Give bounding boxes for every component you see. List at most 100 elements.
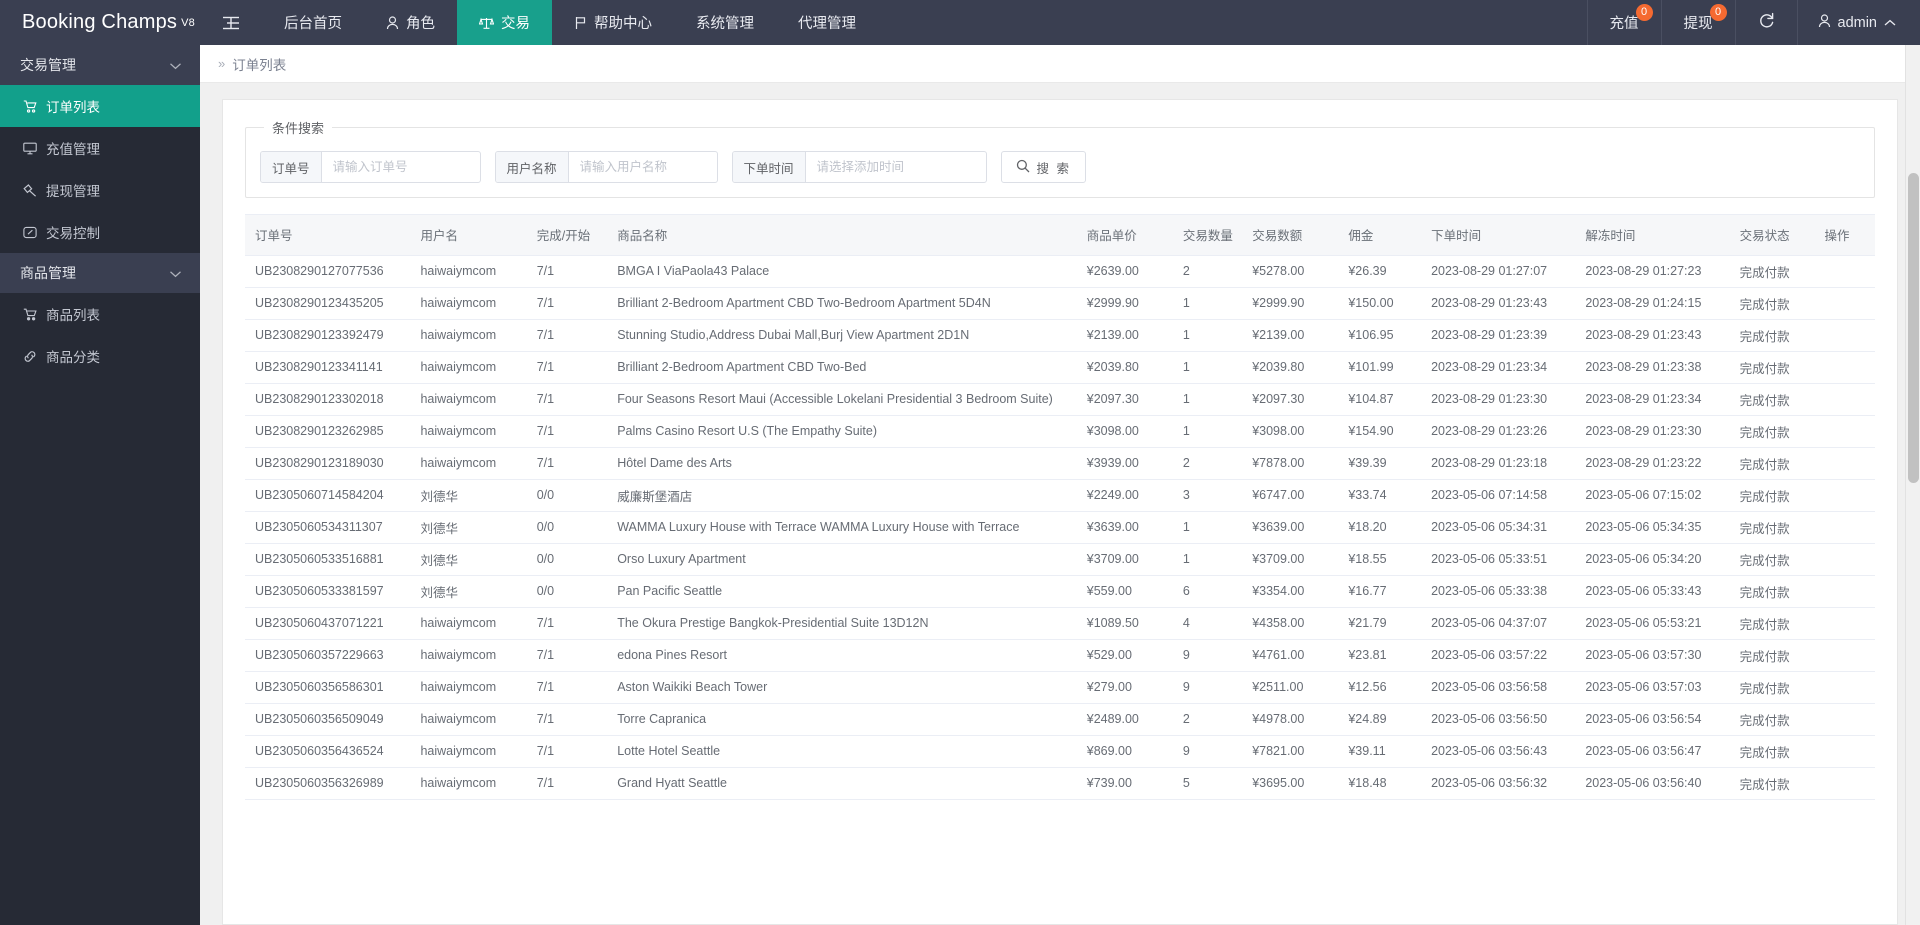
topnav-item-agent-management[interactable]: 代理管理 (776, 0, 878, 45)
cell-progress: 7/1 (526, 639, 608, 672)
table-row[interactable]: UB2305060357229663 haiwaiymcom 7/1 edona Pi… (245, 639, 1875, 672)
sidebar-group-label: 交易管理 (20, 57, 76, 73)
cell-status: 完成付款 (1729, 319, 1815, 352)
order-no-field[interactable]: 订单号 (260, 151, 481, 183)
cell-order-no: UB2308290123302018 (245, 383, 411, 416)
cell-unit-price: ¥2139.00 (1076, 319, 1173, 352)
search-button[interactable]: 搜 索 (1000, 151, 1087, 183)
sidebar-item-trade-control[interactable]: 交易控制 (0, 211, 200, 253)
sidebar-group-product-management[interactable]: 商品管理 (0, 253, 200, 293)
table-row[interactable]: UB2308290127077536 haiwaiymcom 7/1 BMGA I V… (245, 255, 1875, 288)
refresh-button[interactable] (1734, 0, 1797, 45)
topnav-label: 代理管理 (798, 16, 856, 32)
sidebar-item-recharge-management[interactable]: 充值管理 (0, 127, 200, 169)
table-row[interactable]: UB2308290123189030 haiwaiymcom 7/1 Hôtel Da… (245, 447, 1875, 480)
cell-commission: ¥18.48 (1338, 767, 1422, 800)
withdraw-button[interactable]: 提现 0 (1660, 0, 1735, 45)
cell-action (1814, 767, 1875, 800)
cell-user: haiwaiymcom (410, 767, 527, 800)
table-row[interactable]: UB2305060356509049 haiwaiymcom 7/1 Torre Ca… (245, 703, 1875, 736)
table-row[interactable]: UB2308290123262985 haiwaiymcom 7/1 Palms Ca… (245, 415, 1875, 448)
cell-unfreeze-time: 2023-08-29 01:23:22 (1575, 447, 1730, 480)
cell-order-time: 2023-05-06 03:56:50 (1421, 703, 1576, 736)
sidebar-item-order-list[interactable]: 订单列表 (0, 85, 200, 127)
cell-unit-price: ¥3709.00 (1076, 543, 1173, 576)
order-time-input[interactable] (805, 152, 986, 182)
shopping-cart-icon (22, 308, 37, 321)
monitor-icon (22, 142, 37, 155)
table-row[interactable]: UB2308290123392479 haiwaiymcom 7/1 Stunning… (245, 319, 1875, 352)
cell-order-no: UB2305060534311307 (245, 511, 411, 544)
table-row[interactable]: UB2305060356326989 haiwaiymcom 7/1 Grand Hy… (245, 767, 1875, 800)
col-product-name: 商品名称 (607, 215, 1077, 256)
topnav-item-help-center[interactable]: 帮助中心 (552, 0, 674, 45)
sidebar-group-trade-management[interactable]: 交易管理 (0, 45, 200, 85)
orders-table-container[interactable]: 订单号 用户名 完成/开始 商品名称 商品单价 交易数量 交易数额 佣金 下单时… (245, 214, 1875, 924)
cell-progress: 7/1 (526, 415, 608, 448)
table-row[interactable]: UB2305060437071221 haiwaiymcom 7/1 The Okur… (245, 607, 1875, 640)
sidebar-item-withdraw-management[interactable]: 提现管理 (0, 169, 200, 211)
withdraw-badge: 0 (1709, 4, 1727, 21)
cell-order-time: 2023-05-06 03:57:22 (1421, 639, 1576, 672)
table-row[interactable]: UB2308290123435205 haiwaiymcom 7/1 Brillian… (245, 287, 1875, 320)
cell-quantity: 1 (1172, 319, 1243, 352)
cell-status: 完成付款 (1729, 767, 1815, 800)
cell-status: 完成付款 (1729, 703, 1815, 736)
cell-commission: ¥26.39 (1338, 255, 1422, 288)
cell-amount: ¥3354.00 (1242, 575, 1339, 608)
table-row[interactable]: UB2305060714584204 刘德华 0/0 威廉斯堡酒店 ¥2249.00 3 ¥… (245, 479, 1875, 512)
cell-order-no: UB2308290123189030 (245, 447, 411, 480)
user-name-field[interactable]: 用户名称 (494, 151, 718, 183)
cell-progress: 7/1 (526, 351, 608, 384)
table-row[interactable]: UB2308290123302018 haiwaiymcom 7/1 Four Sea… (245, 383, 1875, 416)
col-amount: 交易数额 (1242, 215, 1339, 256)
cell-quantity: 2 (1172, 703, 1243, 736)
menu-collapse-icon[interactable] (200, 0, 262, 45)
cell-product-name: Brilliant 2-Bedroom Apartment CBD Two-Be… (607, 287, 1077, 320)
cell-quantity: 9 (1172, 671, 1243, 704)
user-name-input[interactable] (568, 152, 717, 182)
cell-progress: 7/1 (526, 319, 608, 352)
cell-user: haiwaiymcom (410, 671, 527, 704)
cell-order-no: UB2308290123262985 (245, 415, 411, 448)
cell-quantity: 3 (1172, 479, 1243, 512)
sidebar-item-product-category[interactable]: 商品分类 (0, 335, 200, 377)
order-time-field[interactable]: 下单时间 (731, 151, 987, 183)
topnav-item-trade[interactable]: 交易 (457, 0, 552, 45)
page-scrollbar-thumb[interactable] (1908, 173, 1919, 483)
cell-amount: ¥7821.00 (1242, 735, 1339, 768)
col-quantity: 交易数量 (1172, 215, 1243, 256)
cell-unfreeze-time: 2023-05-06 05:34:35 (1575, 511, 1730, 544)
cell-order-no: UB2305060533516881 (245, 543, 411, 576)
cell-progress: 7/1 (526, 255, 608, 288)
topnav-item-dashboard[interactable]: 后台首页 (262, 0, 364, 45)
cell-unfreeze-time: 2023-05-06 03:57:30 (1575, 639, 1730, 672)
table-row[interactable]: UB2308290123341141 haiwaiymcom 7/1 Brillian… (245, 351, 1875, 384)
page-scrollbar[interactable] (1905, 45, 1920, 925)
cell-quantity: 5 (1172, 767, 1243, 800)
cell-commission: ¥101.99 (1338, 351, 1422, 384)
topnav-label: 帮助中心 (594, 16, 652, 32)
recharge-button[interactable]: 充值 0 (1586, 0, 1661, 45)
search-button-label: 搜 索 (1036, 161, 1072, 176)
user-menu-button[interactable]: admin (1796, 0, 1920, 45)
topnav-item-role[interactable]: 角色 (364, 0, 457, 45)
sidebar-item-label: 充值管理 (46, 142, 100, 157)
cell-unfreeze-time: 2023-08-29 01:23:43 (1575, 319, 1730, 352)
sidebar-item-product-list[interactable]: 商品列表 (0, 293, 200, 335)
table-row[interactable]: UB2305060533516881 刘德华 0/0 Orso Luxury Apar… (245, 543, 1875, 576)
sidebar-item-label: 订单列表 (46, 100, 100, 115)
table-row[interactable]: UB2305060356436524 haiwaiymcom 7/1 Lotte Ho… (245, 735, 1875, 768)
condition-search-box: 条件搜索 订单号 用户名称 下单时间 (245, 118, 1875, 198)
cell-product-name: Hôtel Dame des Arts (607, 447, 1077, 480)
order-no-input[interactable] (321, 152, 480, 182)
cell-progress: 0/0 (526, 479, 608, 512)
table-row[interactable]: UB2305060534311307 刘德华 0/0 WAMMA Luxury Hou… (245, 511, 1875, 544)
table-row[interactable]: UB2305060356586301 haiwaiymcom 7/1 Aston Wa… (245, 671, 1875, 704)
cell-product-name: Pan Pacific Seattle (607, 575, 1077, 608)
table-row[interactable]: UB2305060533381597 刘德华 0/0 Pan Pacific Seat… (245, 575, 1875, 608)
cell-action (1814, 607, 1875, 640)
topnav-item-system-management[interactable]: 系统管理 (674, 0, 776, 45)
breadcrumb-arrows-icon: » (218, 56, 226, 71)
cell-action (1814, 639, 1875, 672)
